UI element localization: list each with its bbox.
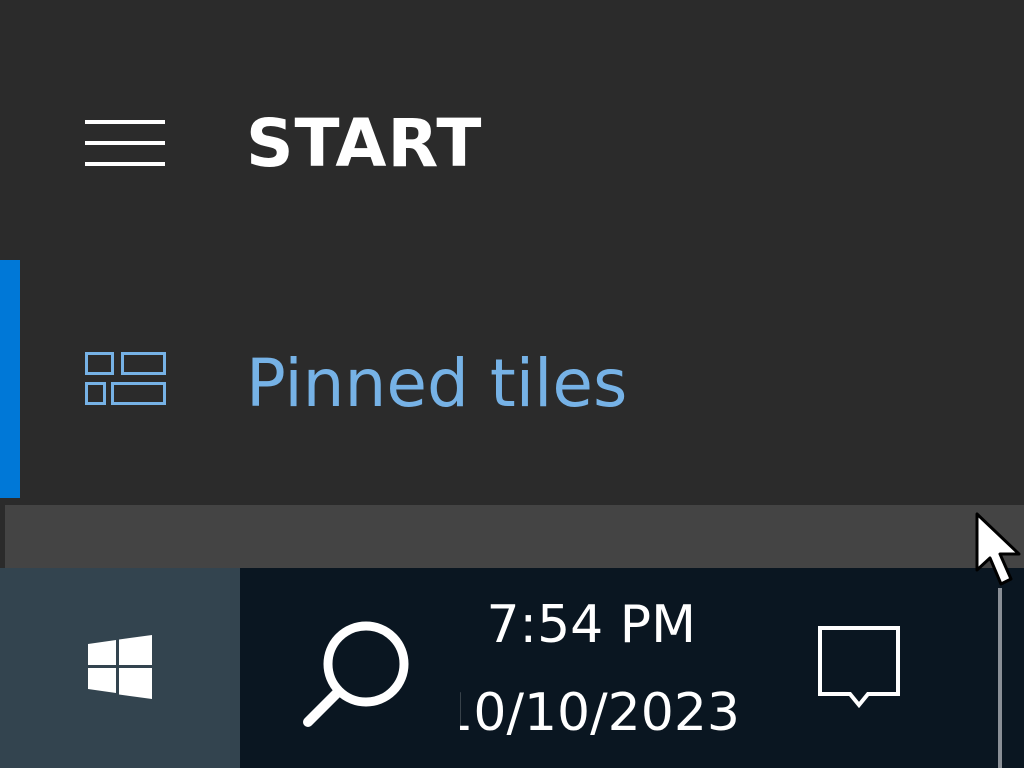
search-icon (303, 621, 409, 727)
clock-date: 10/10/2023 (460, 683, 740, 743)
nav-item-pinned-tiles[interactable]: Pinned tiles (20, 260, 1024, 498)
windows-logo-icon (88, 635, 152, 699)
hamburger-line (85, 120, 165, 124)
action-center-icon (818, 626, 900, 709)
show-desktop-button[interactable] (998, 588, 1002, 768)
hamburger-line (85, 141, 165, 145)
start-menu-panel: START Pinned tiles (0, 0, 1024, 505)
taskbar: 7:54 PM 10/10/2023 (0, 568, 1024, 768)
horizontal-scrollbar[interactable] (0, 505, 1024, 568)
clock-time: 7:54 PM (486, 595, 696, 655)
selected-item-indicator (0, 260, 20, 498)
nav-item-label: Pinned tiles (246, 345, 628, 422)
taskbar-clock[interactable]: 7:54 PM 10/10/2023 (460, 568, 760, 768)
scrollbar-edge (0, 505, 5, 568)
start-menu-title: START (246, 105, 483, 182)
pinned-tiles-icon (85, 352, 166, 405)
search-button[interactable] (280, 598, 440, 758)
hamburger-line (85, 162, 165, 166)
hamburger-menu-icon[interactable] (85, 120, 165, 166)
start-button[interactable] (0, 568, 240, 768)
action-center-button[interactable] (800, 608, 920, 738)
